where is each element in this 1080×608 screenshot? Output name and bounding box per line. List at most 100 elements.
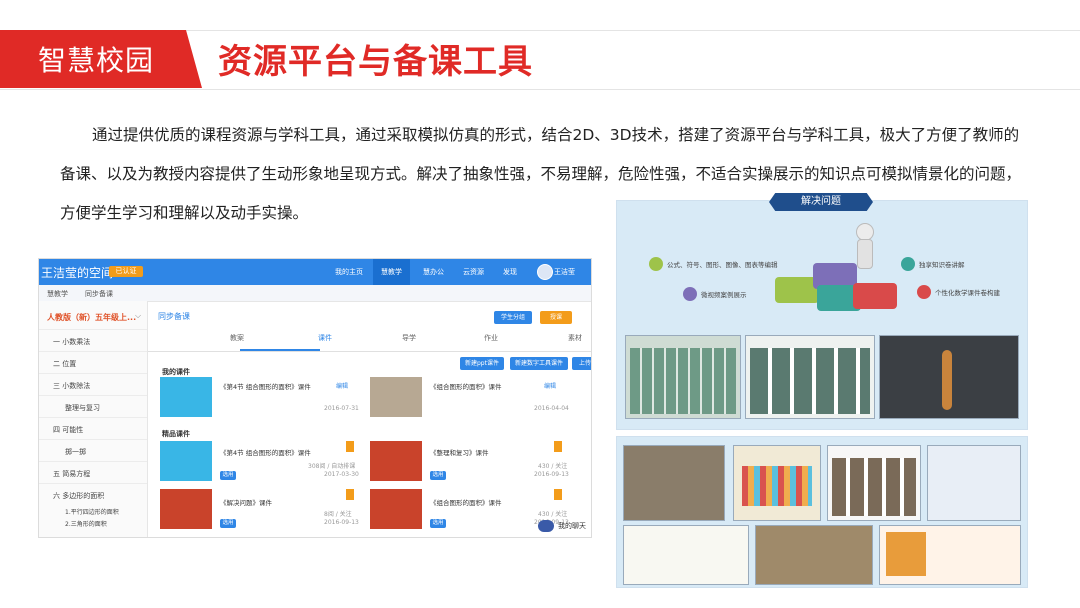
page-title: 资源平台与备课工具 xyxy=(218,42,533,82)
sidebar-item-label: 二 位置 xyxy=(53,360,77,368)
chat-icon[interactable] xyxy=(538,520,554,532)
group-students-button[interactable]: 学生分组 xyxy=(494,311,532,324)
node-label: 微视频案例展示 xyxy=(701,291,747,299)
card-title[interactable]: 《第4节 组合图形的面积》课件 xyxy=(220,447,311,457)
card-title[interactable]: 《解决问题》课件 xyxy=(220,497,272,507)
tab-homework[interactable]: 作业 xyxy=(484,333,498,343)
sidebar-item-label: 掷一掷 xyxy=(65,448,86,456)
grade-selector[interactable]: 人教版（新）五年级上... xyxy=(47,312,136,323)
courseware-main: 同步备课 学生分组 授课 教案 课件 导学 作业 素材 我的课件 新建ppt课件… xyxy=(148,301,591,537)
nav-discover[interactable]: 发现 xyxy=(503,267,517,277)
card-date: 2017-03-30 xyxy=(324,471,359,478)
dot-icon xyxy=(917,285,931,299)
new-ppt-button[interactable]: 新建ppt课件 xyxy=(460,357,504,370)
nav-teaching[interactable]: 慧教学 xyxy=(373,259,410,285)
card-meta: 430 / 关注 xyxy=(538,463,568,470)
tab-courseware[interactable]: 课件 xyxy=(318,333,332,343)
sidebar-item-label: 1.平行四边形的面积 xyxy=(65,509,119,516)
dot-icon xyxy=(683,287,697,301)
tab-materials[interactable]: 素材 xyxy=(568,333,582,343)
card-date: 2016-07-31 xyxy=(324,405,359,412)
ppt-thumbnail[interactable] xyxy=(370,441,422,481)
puzzle-graphic xyxy=(767,259,897,311)
sidebar-item-label: 五 简易方程 xyxy=(53,470,91,478)
simulation-panel xyxy=(616,436,1028,588)
sidebar-item[interactable]: 一 小数乘法 xyxy=(39,329,147,352)
dot-icon xyxy=(901,257,915,271)
sidebar-item[interactable]: 掷一掷 xyxy=(39,439,147,462)
select-tag[interactable]: 选用 xyxy=(430,471,446,480)
sidebar-item[interactable]: 三 小数除法 xyxy=(39,373,147,396)
lab-thumbnail[interactable] xyxy=(755,525,873,585)
dot-icon xyxy=(649,257,663,271)
tool-thumbnail[interactable] xyxy=(745,335,875,419)
chat-widget[interactable]: 我的聊天 xyxy=(38,516,590,536)
bookmark-icon xyxy=(554,489,562,500)
card-edit-link[interactable]: 编辑 xyxy=(544,381,556,390)
node-label: 公式、符号、图形、图像、图表等编辑 xyxy=(667,261,778,269)
bookmark-icon xyxy=(346,441,354,452)
tool-thumbnail[interactable] xyxy=(879,335,1019,419)
tab-guide[interactable]: 导学 xyxy=(402,333,416,343)
balance-thumbnail[interactable] xyxy=(623,525,749,585)
node-label: 个性化数学课件卷构建 xyxy=(935,289,1000,297)
scene-thumbnail[interactable] xyxy=(623,445,725,521)
sidebar-item-label: 三 小数除法 xyxy=(53,382,91,390)
sidebar-item[interactable]: 整理与复习 xyxy=(39,395,147,418)
section-tag: 智慧校园 xyxy=(0,30,202,88)
sub-nav: 慧教学 同步备课 xyxy=(39,285,591,302)
nav-resources[interactable]: 云资源 xyxy=(463,267,484,277)
card-date: 2016-09-13 xyxy=(534,471,569,478)
sidebar-item[interactable]: 四 可能性 xyxy=(39,417,147,440)
platform-topbar: 王洁莹的空间 已认证 我的主页 慧教学 慧办公 云资源 发现 王洁莹 xyxy=(39,259,591,285)
skeleton-figure xyxy=(942,350,952,410)
sidebar-item[interactable]: 1.平行四边形的面积 xyxy=(39,505,147,516)
my-courseware-heading: 我的课件 xyxy=(162,368,190,376)
sidebar-item-label: 四 可能性 xyxy=(53,426,84,434)
experiment-thumbnail[interactable] xyxy=(827,445,921,521)
tangram-shape xyxy=(886,532,926,576)
lesson-thumbnail[interactable] xyxy=(927,445,1021,521)
user-name[interactable]: 王洁莹 xyxy=(554,267,575,277)
cloud-thumbnail[interactable] xyxy=(160,441,212,481)
new-digital-tool-button[interactable]: 新建数字工具课件 xyxy=(510,357,568,370)
tab-lesson-plan[interactable]: 教案 xyxy=(230,333,244,343)
select-tag[interactable]: 选用 xyxy=(220,471,236,480)
sidebar-item-label: 一 小数乘法 xyxy=(53,338,91,346)
sidebar-item[interactable]: 六 多边形的面积 xyxy=(39,483,147,506)
card-title[interactable]: 《整理和复习》课件 xyxy=(430,447,489,457)
periodic-table-thumbnail[interactable] xyxy=(733,445,821,521)
bookmark-icon xyxy=(554,441,562,452)
cloud-thumbnail[interactable] xyxy=(160,377,212,417)
sidebar-item-label: 整理与复习 xyxy=(65,404,100,412)
chat-label[interactable]: 我的聊天 xyxy=(558,521,586,531)
card-meta: 308阅 / 自动排课 xyxy=(308,463,356,470)
platform-brand: 王洁莹的空间 xyxy=(41,266,114,280)
tangram-thumbnail[interactable] xyxy=(879,525,1021,585)
upload-button[interactable]: 上传课件 xyxy=(572,357,591,370)
nav-home[interactable]: 我的主页 xyxy=(335,267,363,277)
card-title[interactable]: 《第4节 组合图形的面积》课件 xyxy=(220,381,311,391)
sidebar-item-label: 六 多边形的面积 xyxy=(53,492,105,500)
subnav-sync-prep[interactable]: 同步备课 xyxy=(85,289,113,299)
photo-thumbnail[interactable] xyxy=(370,377,422,417)
thinking-figure xyxy=(853,223,875,273)
card-title[interactable]: 《组合图形的面积》课件 xyxy=(430,381,502,391)
chapter-sidebar: 人教版（新）五年级上... ⌵ 一 小数乘法 二 位置 三 小数除法 整理与复习… xyxy=(39,301,148,537)
nav-office[interactable]: 慧办公 xyxy=(423,267,444,277)
puzzle-piece xyxy=(853,283,897,309)
sidebar-item[interactable]: 五 简易方程 xyxy=(39,461,147,484)
active-tab-indicator xyxy=(240,349,320,351)
card-edit-link[interactable]: 编辑 xyxy=(336,381,348,390)
start-class-button[interactable]: 授课 xyxy=(540,311,572,324)
subnav-teaching[interactable]: 慧教学 xyxy=(47,289,68,299)
featured-courseware-heading: 精品课件 xyxy=(162,430,190,438)
breadcrumb: 同步备课 xyxy=(158,312,190,321)
sidebar-item[interactable]: 二 位置 xyxy=(39,351,147,374)
avatar[interactable] xyxy=(537,264,553,280)
card-title[interactable]: 《组合图形的面积》课件 xyxy=(430,497,502,507)
platform-screenshot: 王洁莹的空间 已认证 我的主页 慧教学 慧办公 云资源 发现 王洁莹 慧教学 同… xyxy=(38,258,592,538)
chevron-down-icon[interactable]: ⌵ xyxy=(135,311,141,321)
tool-thumbnail[interactable] xyxy=(625,335,741,419)
section-tag-label: 智慧校园 xyxy=(38,44,155,77)
